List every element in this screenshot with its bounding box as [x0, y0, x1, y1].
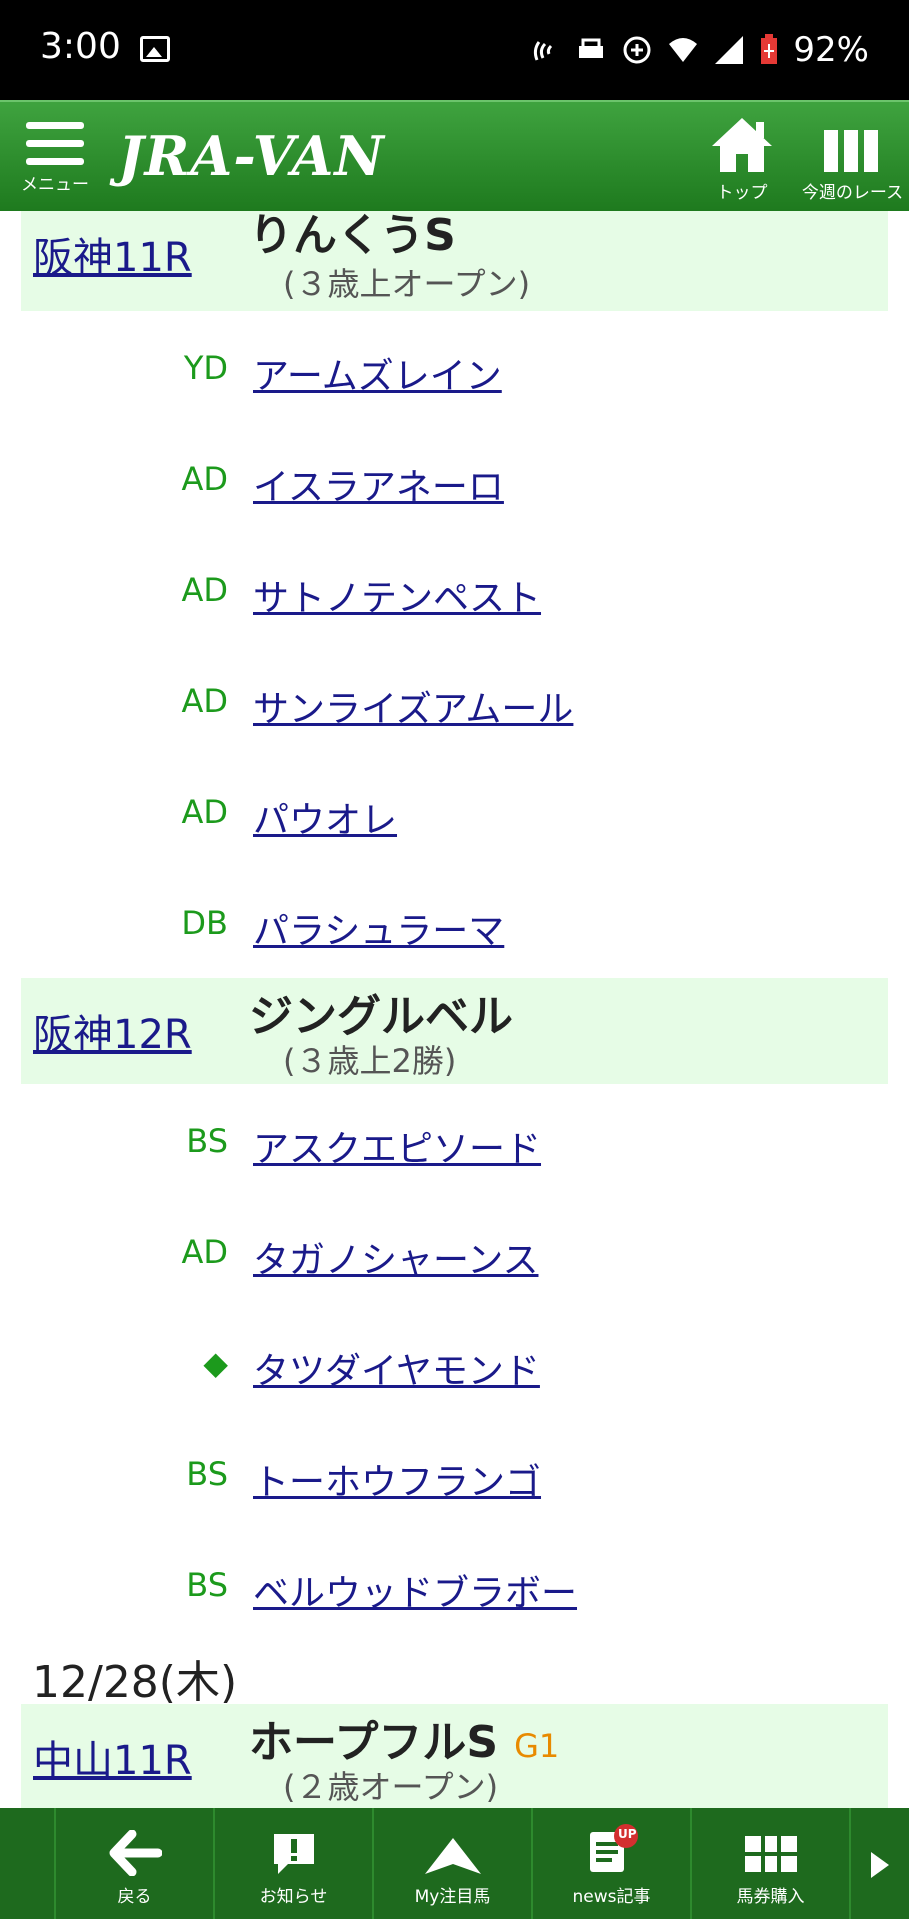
back-arrow-icon	[109, 1830, 162, 1876]
menu-button[interactable]: メニュー	[18, 116, 92, 206]
my-horses-label: My注目馬	[414, 1887, 491, 1907]
race-condition: (３歳上2勝)	[283, 1042, 457, 1080]
menu-label: メニュー	[21, 175, 89, 195]
back-button[interactable]: 戻る	[54, 1808, 213, 1919]
horse-name-link[interactable]: アームズレイン	[253, 347, 502, 399]
horse-mark: AD	[181, 682, 228, 720]
horse-name-link[interactable]: タツダイヤモンド	[253, 1342, 540, 1394]
horse-row: AD タガノシャーンス	[0, 1225, 909, 1285]
favorite-horse-icon	[424, 1838, 481, 1874]
horse-row: AD サトノテンペスト	[0, 563, 909, 623]
this-week-label: 今週のレース	[801, 183, 904, 203]
horse-row: YD アームズレイン	[0, 341, 909, 401]
notice-icon	[273, 1834, 314, 1874]
horse-mark-diamond: ◆	[203, 1344, 228, 1382]
status-time: 3:00	[40, 26, 121, 67]
home-icon	[712, 118, 772, 172]
notice-label: お知らせ	[259, 1887, 328, 1907]
jra-van-logo[interactable]: JRA-VAN	[118, 124, 385, 188]
horse-name-link[interactable]: トーホウフランゴ	[253, 1453, 541, 1505]
signal-icon	[715, 36, 744, 64]
horse-mark: DB	[181, 904, 228, 942]
bottom-nav: 戻る お知らせ My注目馬 UP news記事 馬券購入	[0, 1808, 909, 1919]
horse-row: DB パラシュラーマ	[0, 896, 909, 956]
nav-next-arrow[interactable]	[849, 1808, 909, 1919]
news-label: news記事	[572, 1887, 651, 1907]
race-condition: (２歳オープン)	[283, 1768, 499, 1806]
race-name: ジングルベル	[249, 991, 513, 1042]
race-link[interactable]: 阪神12R	[33, 1002, 192, 1060]
app-screen: 3:00 92% メニュー JRA-VAN トップ 今週のレース 阪神11R り…	[0, 0, 909, 1919]
hamburger-icon	[26, 122, 84, 165]
race-name: りんくうS	[249, 211, 456, 261]
horse-mark: BS	[186, 1455, 228, 1493]
horse-name-link[interactable]: サトノテンペスト	[253, 569, 541, 621]
wifi-icon	[669, 38, 698, 62]
date-header: 12/28(木)	[32, 1657, 238, 1708]
car-icon	[579, 38, 604, 58]
horse-name-link[interactable]: タガノシャーンス	[253, 1231, 538, 1283]
horse-row: AD サンライズアムール	[0, 674, 909, 734]
horse-mark: BS	[186, 1566, 228, 1604]
horse-row: BS ベルウッドブラボー	[0, 1558, 909, 1618]
horse-mark: AD	[181, 1233, 228, 1271]
race-link[interactable]: 中山11R	[33, 1728, 192, 1786]
grade-badge: G1	[514, 1727, 560, 1765]
horse-row: ◆ タツダイヤモンド	[0, 1336, 909, 1396]
columns-icon	[824, 130, 878, 172]
top-label: トップ	[716, 183, 768, 203]
race-name: ホープフルS G1	[249, 1706, 559, 1770]
race-list[interactable]: 阪神11R りんくうS (３歳上オープン) YD アームズレイン AD イスラア…	[0, 211, 909, 1808]
notice-button[interactable]: お知らせ	[213, 1808, 372, 1919]
this-week-races-button[interactable]: 今週のレース	[796, 114, 909, 209]
chevron-right-icon	[871, 1852, 889, 1878]
horse-mark: AD	[181, 571, 228, 609]
data-saver-icon	[623, 36, 651, 64]
horse-name-link[interactable]: サンライズアムール	[253, 680, 573, 732]
horse-mark: AD	[181, 793, 228, 831]
battery-icon	[761, 34, 778, 64]
nfc-icon	[534, 41, 553, 61]
horse-row: AD イスラアネーロ	[0, 452, 909, 512]
horse-name-link[interactable]: アスクエピソード	[253, 1120, 541, 1172]
race-header: 阪神12R ジングルベル (３歳上2勝)	[21, 978, 888, 1084]
horse-row: BS アスクエピソード	[0, 1114, 909, 1174]
top-button[interactable]: トップ	[700, 114, 784, 209]
ticket-icon	[744, 1836, 797, 1872]
image-notification-icon	[140, 36, 170, 62]
status-bar: 3:00 92%	[0, 0, 909, 100]
status-icons: 92%	[529, 30, 869, 70]
ticket-label: 馬券購入	[736, 1887, 805, 1907]
my-horses-button[interactable]: My注目馬	[372, 1808, 531, 1919]
app-header: メニュー JRA-VAN トップ 今週のレース	[0, 100, 909, 211]
race-condition: (３歳上オープン)	[283, 265, 531, 303]
race-header: 中山11R ホープフルS G1 (２歳オープン)	[21, 1704, 888, 1808]
horse-name-link[interactable]: ベルウッドブラボー	[253, 1564, 577, 1616]
race-link[interactable]: 阪神11R	[33, 225, 192, 283]
news-button[interactable]: UP news記事	[531, 1808, 690, 1919]
horse-name-link[interactable]: イスラアネーロ	[253, 458, 504, 510]
race-header: 阪神11R りんくうS (３歳上オープン)	[21, 211, 888, 311]
news-up-badge: UP	[618, 1827, 637, 1841]
horse-mark: BS	[186, 1122, 228, 1160]
horse-row: AD パウオレ	[0, 785, 909, 845]
battery-percent: 92%	[793, 30, 869, 70]
horse-row: BS トーホウフランゴ	[0, 1447, 909, 1507]
horse-mark: AD	[181, 460, 228, 498]
horse-name-link[interactable]: パウオレ	[253, 791, 397, 843]
ticket-purchase-button[interactable]: 馬券購入	[690, 1808, 849, 1919]
horse-mark: YD	[183, 349, 228, 387]
back-label: 戻る	[117, 1887, 152, 1907]
horse-name-link[interactable]: パラシュラーマ	[253, 902, 504, 954]
race-name-text: ホープフルS	[249, 1717, 499, 1768]
